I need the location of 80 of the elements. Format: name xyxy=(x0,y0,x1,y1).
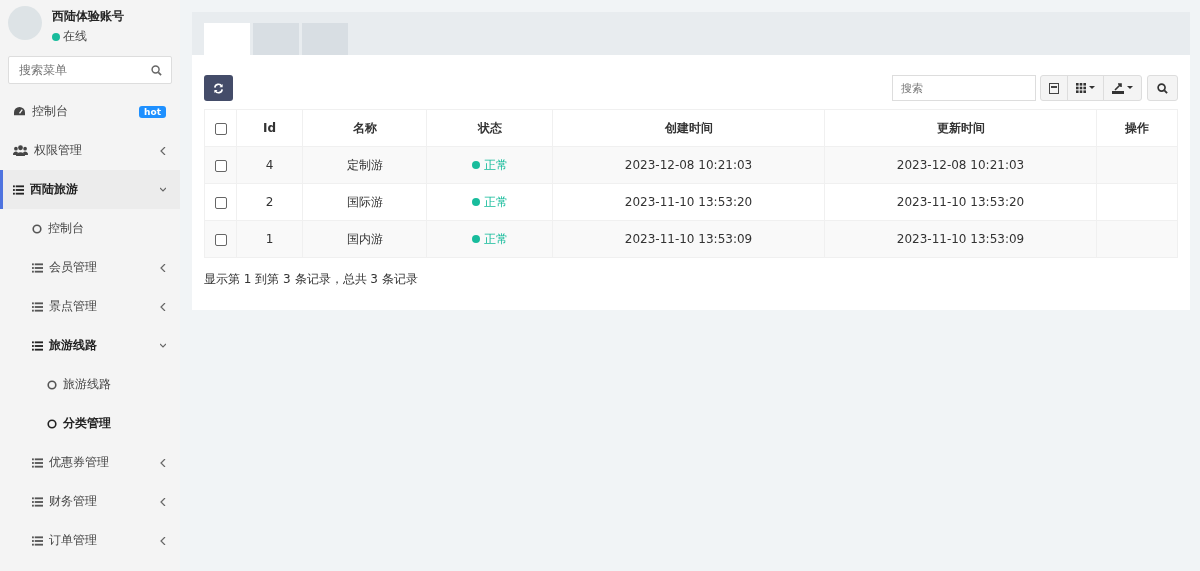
column-header: 更新时间 xyxy=(824,109,1097,147)
export-button[interactable] xyxy=(1103,75,1142,101)
table-cell: 定制游 xyxy=(302,146,427,184)
menu-item[interactable]: 权限管理 xyxy=(0,131,180,170)
table-cell: 2023-12-08 10:21:03 xyxy=(824,146,1097,184)
online-dot xyxy=(52,32,60,41)
card-view-icon xyxy=(1049,82,1059,94)
circle-icon xyxy=(47,379,57,390)
menu-item[interactable]: 控制台 hot xyxy=(0,92,180,131)
circle-icon xyxy=(47,418,57,429)
column-header: Id xyxy=(236,109,303,147)
list-icon xyxy=(32,301,43,312)
menu-item[interactable]: 会员管理 xyxy=(0,248,180,287)
grid-icon xyxy=(1076,83,1086,93)
chevron-left-icon xyxy=(160,536,166,545)
table-cell: 2023-11-10 13:53:09 xyxy=(824,220,1097,258)
column-header: 创建时间 xyxy=(552,109,825,147)
table-cell: 2023-12-08 10:21:03 xyxy=(552,146,825,184)
status-dot xyxy=(471,161,480,169)
status-text: 正常 xyxy=(483,193,508,211)
menu-item[interactable]: 旅游线路 xyxy=(0,326,180,365)
table-cell: 2023-11-10 13:53:20 xyxy=(824,183,1097,221)
table-cell: 国内游 xyxy=(302,220,427,258)
chevron-down-icon xyxy=(160,341,166,350)
user-name: 西陆体验账号 xyxy=(52,8,124,25)
row-checkbox[interactable] xyxy=(214,196,227,209)
hot-badge: hot xyxy=(139,105,166,118)
table-cell: 4 xyxy=(236,146,303,184)
menu-search-field[interactable]: 搜索菜单 xyxy=(8,56,172,84)
chevron-left-icon xyxy=(160,146,166,155)
table-cell: 2023-11-10 13:53:20 xyxy=(552,183,825,221)
list-icon xyxy=(32,535,43,546)
caret-icon xyxy=(1127,86,1133,90)
column-header: 名称 xyxy=(302,109,427,147)
row-checkbox[interactable] xyxy=(214,159,227,172)
toggle-view-button[interactable] xyxy=(1040,75,1068,101)
list-icon xyxy=(32,457,43,468)
list-icon xyxy=(32,340,43,351)
status-dot xyxy=(471,235,480,243)
menu-item[interactable]: 控制台 xyxy=(0,209,180,248)
table-cell: 2 xyxy=(236,183,303,221)
select-all-checkbox[interactable] xyxy=(214,122,227,135)
chevron-left-icon xyxy=(160,302,166,311)
refresh-button[interactable] xyxy=(204,75,233,101)
refresh-icon xyxy=(213,82,224,94)
table-search-field[interactable]: 搜索 xyxy=(892,75,1036,101)
search-button[interactable] xyxy=(1147,75,1178,101)
chevron-left-icon xyxy=(160,497,166,506)
export-icon xyxy=(1112,82,1124,94)
list-icon xyxy=(32,262,43,273)
status-text: 正常 xyxy=(483,230,508,248)
column-header: 操作 xyxy=(1096,109,1178,147)
menu-item[interactable]: 景点管理 xyxy=(0,287,180,326)
menu-item[interactable]: 订单管理 xyxy=(0,521,180,560)
circle-icon xyxy=(32,223,42,234)
status-dot xyxy=(471,198,480,206)
users-icon xyxy=(13,145,28,156)
status-text: 正常 xyxy=(483,156,508,174)
list-icon xyxy=(13,184,24,195)
menu-item[interactable]: 旅游线路 xyxy=(0,365,180,404)
list-icon xyxy=(32,496,43,507)
menu-item[interactable]: 分类管理 xyxy=(0,404,180,443)
row-checkbox[interactable] xyxy=(214,233,227,246)
columns-button[interactable] xyxy=(1067,75,1104,101)
caret-icon xyxy=(1089,86,1095,90)
menu-item[interactable]: 西陆旅游 xyxy=(0,170,180,209)
table-cell: 国际游 xyxy=(302,183,427,221)
table-cell: 2023-11-10 13:53:09 xyxy=(552,220,825,258)
user-status: 在线 xyxy=(63,28,87,45)
search-icon xyxy=(151,65,162,76)
chevron-left-icon xyxy=(160,458,166,467)
menu-item[interactable]: 财务管理 xyxy=(0,482,180,521)
menu-item[interactable]: 优惠券管理 xyxy=(0,443,180,482)
search-icon xyxy=(1157,82,1168,94)
dashboard-icon xyxy=(13,106,26,117)
pagination-info: 显示第 1 到第 3 条记录，总共 3 条记录 xyxy=(204,271,419,288)
chevron-down-icon xyxy=(160,185,166,194)
column-header: 状态 xyxy=(426,109,553,147)
chevron-left-icon xyxy=(160,263,166,272)
table-cell: 1 xyxy=(236,220,303,258)
